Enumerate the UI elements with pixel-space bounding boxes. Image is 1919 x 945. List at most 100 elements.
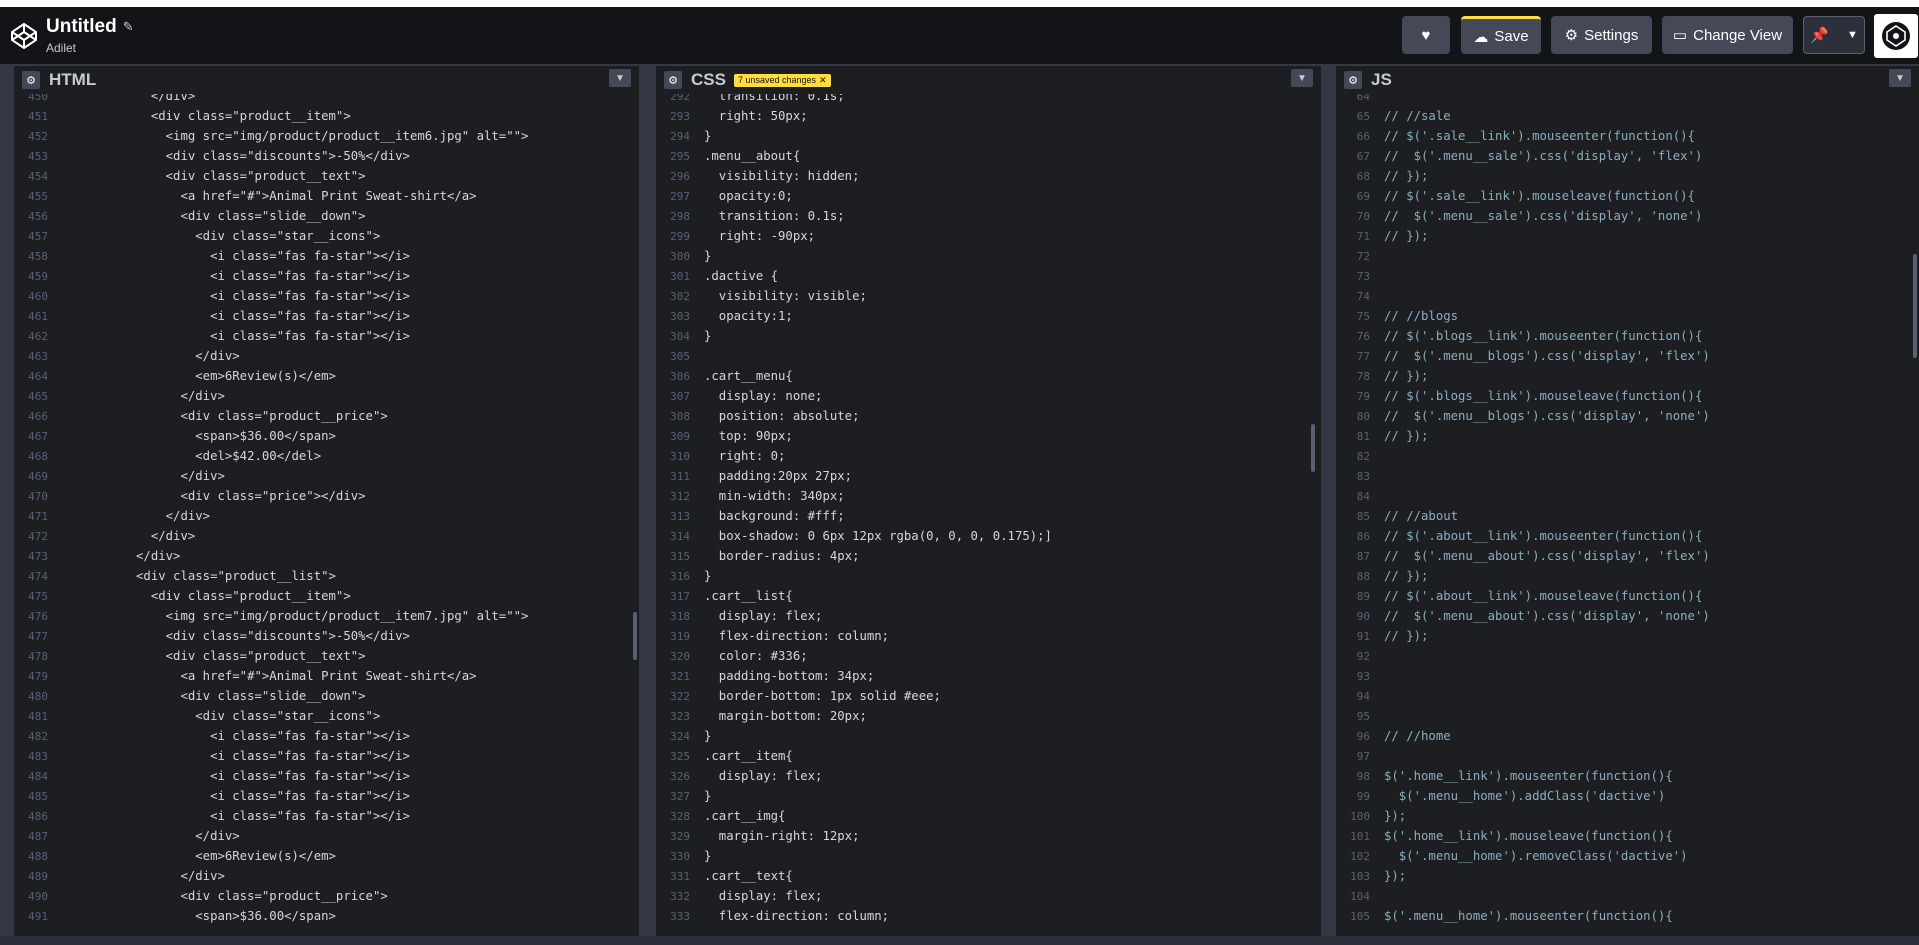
fold-gutter[interactable]	[1376, 788, 1384, 808]
code-line[interactable]: 83	[1336, 466, 1384, 486]
fold-gutter[interactable]	[696, 628, 704, 648]
code-line[interactable]: 292 transition: 0.1s;	[656, 94, 845, 106]
fold-gutter[interactable]	[1376, 528, 1384, 548]
fold-gutter[interactable]	[1376, 168, 1384, 188]
code-line[interactable]: 329 margin-right: 12px;	[656, 826, 859, 846]
fold-gutter[interactable]	[54, 668, 62, 688]
fold-gutter[interactable]	[54, 508, 62, 528]
fold-gutter[interactable]	[696, 228, 704, 248]
fold-gutter[interactable]	[696, 768, 704, 788]
code-line[interactable]: 458 <i class="fas fa-star"></i>	[14, 246, 410, 266]
fold-gutter[interactable]	[54, 128, 62, 148]
codepen-logo-icon[interactable]	[4, 16, 44, 56]
code-line[interactable]: 84	[1336, 486, 1384, 506]
fold-gutter[interactable]	[54, 168, 62, 188]
css-scrollbar-thumb[interactable]	[1311, 424, 1315, 472]
code-line[interactable]: 64	[1336, 94, 1384, 106]
fold-gutter[interactable]	[696, 188, 704, 208]
code-line[interactable]: 453 <div class="discounts">-50%</div>	[14, 146, 410, 166]
html-tab[interactable]: ⚙ HTML	[14, 64, 639, 94]
fold-gutter[interactable]	[1376, 428, 1384, 448]
js-code-editor[interactable]: 64 65 // //sale 66 // $('.sale__link').mo…	[1336, 94, 1919, 936]
code-line[interactable]: 330 }	[656, 846, 711, 866]
code-line[interactable]: 450 </div>	[14, 94, 195, 106]
fold-gutter[interactable]	[1376, 588, 1384, 608]
fold-gutter[interactable]	[54, 188, 62, 208]
code-line[interactable]: 466 <div class="product__price">	[14, 406, 388, 426]
fold-gutter[interactable]	[696, 748, 704, 768]
fold-gutter[interactable]	[1376, 808, 1384, 828]
fold-gutter[interactable]	[1376, 568, 1384, 588]
fold-gutter[interactable]	[696, 448, 704, 468]
code-line[interactable]: 72	[1336, 246, 1384, 266]
code-line[interactable]: 471 </div>	[14, 506, 210, 526]
code-line[interactable]: 68 // });	[1336, 166, 1429, 188]
code-line[interactable]: 490 <div class="product__price">	[14, 886, 388, 906]
code-line[interactable]: 93	[1336, 666, 1384, 686]
code-line[interactable]: 86 // $('.about__link').mouseenter(funct…	[1336, 526, 1703, 548]
fold-gutter[interactable]	[54, 828, 62, 848]
fold-gutter[interactable]	[696, 528, 704, 548]
fold-gutter[interactable]	[54, 708, 62, 728]
js-settings-gear-icon[interactable]: ⚙	[1344, 71, 1362, 89]
fold-gutter[interactable]	[1376, 328, 1384, 348]
code-line[interactable]: 299 right: -90px;	[656, 226, 815, 246]
fold-gutter[interactable]	[54, 388, 62, 408]
code-line[interactable]: 467 <span>$36.00</span>	[14, 426, 336, 446]
fold-gutter[interactable]	[696, 268, 704, 288]
fold-gutter[interactable]	[54, 228, 62, 248]
fold-gutter[interactable]	[54, 108, 62, 128]
code-line[interactable]: 318 display: flex;	[656, 606, 822, 626]
fold-gutter[interactable]	[1376, 768, 1384, 788]
fold-gutter[interactable]	[54, 888, 62, 908]
code-line[interactable]: 308 position: absolute;	[656, 406, 859, 426]
fold-gutter[interactable]	[54, 488, 62, 508]
fold-gutter[interactable]	[1376, 748, 1384, 768]
code-line[interactable]: 301 .dactive {	[656, 266, 778, 286]
fold-gutter[interactable]	[54, 588, 62, 608]
code-line[interactable]: 73	[1336, 266, 1384, 286]
js-scrollbar-thumb[interactable]	[1913, 254, 1917, 358]
fold-gutter[interactable]	[696, 648, 704, 668]
code-line[interactable]: 327 }	[656, 786, 711, 806]
code-line[interactable]: 480 <div class="slide__down">	[14, 686, 365, 708]
fold-gutter[interactable]	[1376, 128, 1384, 148]
fold-gutter[interactable]	[54, 248, 62, 268]
code-line[interactable]: 475 <div class="product__item">	[14, 586, 351, 606]
code-line[interactable]: 95	[1336, 706, 1384, 726]
code-line[interactable]: 309 top: 90px;	[656, 426, 793, 446]
code-line[interactable]: 459 <i class="fas fa-star"></i>	[14, 266, 410, 286]
settings-button[interactable]: ⚙ Settings	[1551, 16, 1652, 54]
fold-gutter[interactable]	[54, 728, 62, 748]
fold-gutter[interactable]	[696, 668, 704, 688]
code-line[interactable]: 316 }	[656, 566, 711, 586]
code-line[interactable]: 451 <div class="product__item">	[14, 106, 351, 126]
code-line[interactable]: 462 <i class="fas fa-star"></i>	[14, 326, 410, 346]
html-css-resizer[interactable]	[639, 64, 656, 936]
code-line[interactable]: 85 // //about	[1336, 506, 1458, 526]
fold-gutter[interactable]	[1376, 288, 1384, 308]
fold-gutter[interactable]	[54, 688, 62, 708]
fold-gutter[interactable]	[696, 288, 704, 308]
fold-gutter[interactable]	[696, 508, 704, 528]
fold-gutter[interactable]	[1376, 108, 1384, 128]
code-line[interactable]: 481 <div class="star__icons">	[14, 706, 380, 726]
fold-gutter[interactable]	[1376, 308, 1384, 328]
fold-gutter[interactable]	[54, 308, 62, 328]
fold-gutter[interactable]	[1376, 548, 1384, 568]
code-line[interactable]: 457 <div class="star__icons">	[14, 226, 380, 246]
code-line[interactable]: 74	[1336, 286, 1384, 306]
code-line[interactable]: 461 <i class="fas fa-star"></i>	[14, 306, 410, 326]
js-tab[interactable]: ⚙ JS	[1336, 64, 1919, 94]
fold-gutter[interactable]	[1376, 508, 1384, 528]
code-line[interactable]: 294 }	[656, 126, 711, 146]
fold-gutter[interactable]	[54, 428, 62, 448]
css-settings-gear-icon[interactable]: ⚙	[664, 71, 682, 89]
code-line[interactable]: 77 // $('.menu__blogs').css('display', '…	[1336, 346, 1710, 366]
fold-gutter[interactable]	[696, 488, 704, 508]
css-js-resizer[interactable]	[1321, 64, 1336, 936]
fold-gutter[interactable]	[1376, 208, 1384, 228]
code-line[interactable]: 473 </div>	[14, 546, 180, 566]
fold-gutter[interactable]	[696, 848, 704, 868]
fold-gutter[interactable]	[54, 348, 62, 368]
